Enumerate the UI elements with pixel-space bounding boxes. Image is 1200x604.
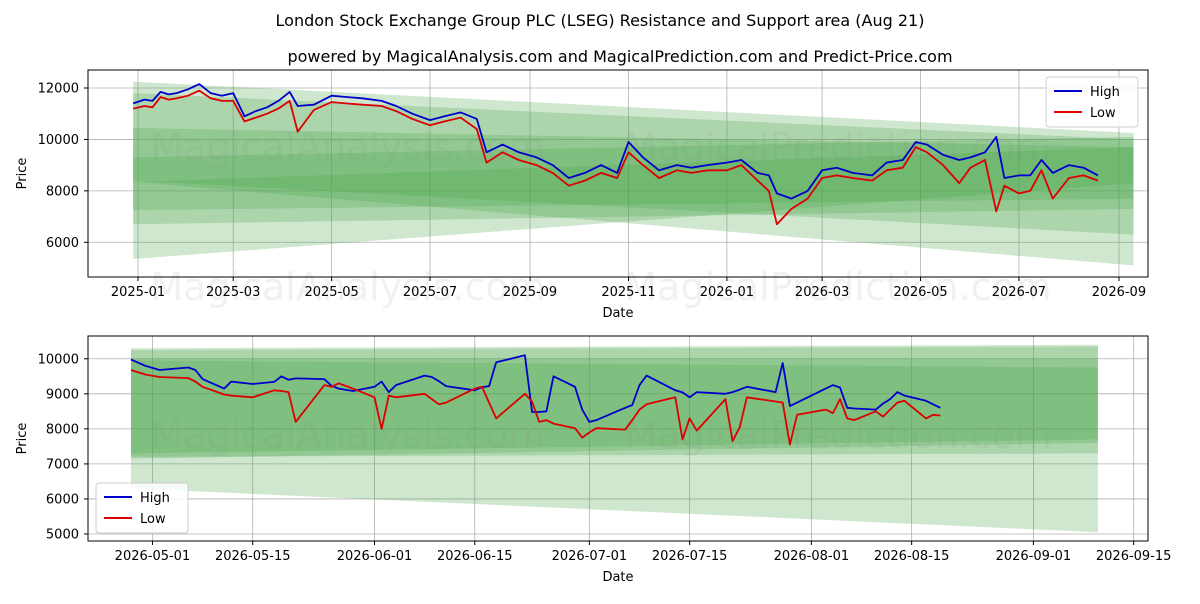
y-axis-label: Price [15, 158, 30, 190]
x-tick-label: 2026-09 [1092, 285, 1146, 300]
chart-svg: London Stock Exchange Group PLC (LSEG) R… [15, 11, 1172, 585]
x-tick-label: 2025-03 [206, 285, 260, 300]
x-tick-label: 2025-07 [403, 285, 457, 300]
chart-subtitle: powered by MagicalAnalysis.com and Magic… [287, 47, 952, 66]
x-tick-label: 2026-06-01 [337, 549, 413, 564]
x-tick-label: 2026-05-15 [215, 549, 291, 564]
y-tick-label: 10000 [38, 352, 79, 367]
x-tick-label: 2026-05-01 [115, 549, 191, 564]
panel-1: MagicalAnalysis.com MagicalPrediction.com… [15, 69, 1149, 321]
watermark-text: MagicalPrediction.com [624, 125, 1052, 169]
band-group [133, 81, 1134, 266]
x-tick-label: 2026-03 [795, 285, 849, 300]
x-tick-label: 2026-08-15 [874, 549, 950, 564]
legend-label-low: Low [1090, 106, 1116, 121]
x-tick-label: 2026-09-01 [996, 549, 1072, 564]
y-tick-label: 6000 [46, 492, 79, 507]
chart-title: London Stock Exchange Group PLC (LSEG) R… [276, 11, 925, 30]
x-tick-label: 2025-05 [304, 285, 358, 300]
y-tick-label: 8000 [46, 422, 79, 437]
x-tick-label: 2026-07 [992, 285, 1046, 300]
y-axis-label: Price [15, 423, 30, 455]
x-tick-label: 2026-09-15 [1096, 549, 1172, 564]
watermark-text: MagicalAnalysis.com [150, 413, 545, 457]
y-tick-label: 6000 [46, 236, 79, 251]
y-tick-label: 7000 [46, 457, 79, 472]
x-tick-label: 2025-11 [601, 285, 655, 300]
x-tick-label: 2026-01 [700, 285, 754, 300]
legend: High Low [1045, 76, 1139, 128]
legend: High Low [95, 482, 189, 534]
y-tick-label: 10000 [38, 133, 79, 148]
y-tick-label: 5000 [46, 527, 79, 542]
x-tick-label: 2026-05 [893, 285, 947, 300]
panel-2: MagicalAnalysis.com MagicalPrediction.com… [15, 335, 1172, 585]
x-axis-label: Date [602, 570, 633, 585]
legend-label-high: High [140, 491, 170, 506]
y-tick-label: 8000 [46, 184, 79, 199]
y-tick-label: 12000 [38, 82, 79, 97]
x-tick-label: 2025-09 [503, 285, 557, 300]
legend-label-high: High [1090, 85, 1120, 100]
x-tick-label: 2026-06-15 [437, 549, 513, 564]
x-tick-label: 2026-08-01 [774, 549, 850, 564]
chart-root: London Stock Exchange Group PLC (LSEG) R… [0, 0, 1200, 600]
y-tick-label: 9000 [46, 387, 79, 402]
legend-label-low: Low [140, 512, 166, 527]
x-tick-label: 2025-01 [111, 285, 165, 300]
x-axis-label: Date [602, 306, 633, 321]
x-tick-label: 2026-07-01 [552, 549, 628, 564]
x-tick-label: 2026-07-15 [652, 549, 728, 564]
